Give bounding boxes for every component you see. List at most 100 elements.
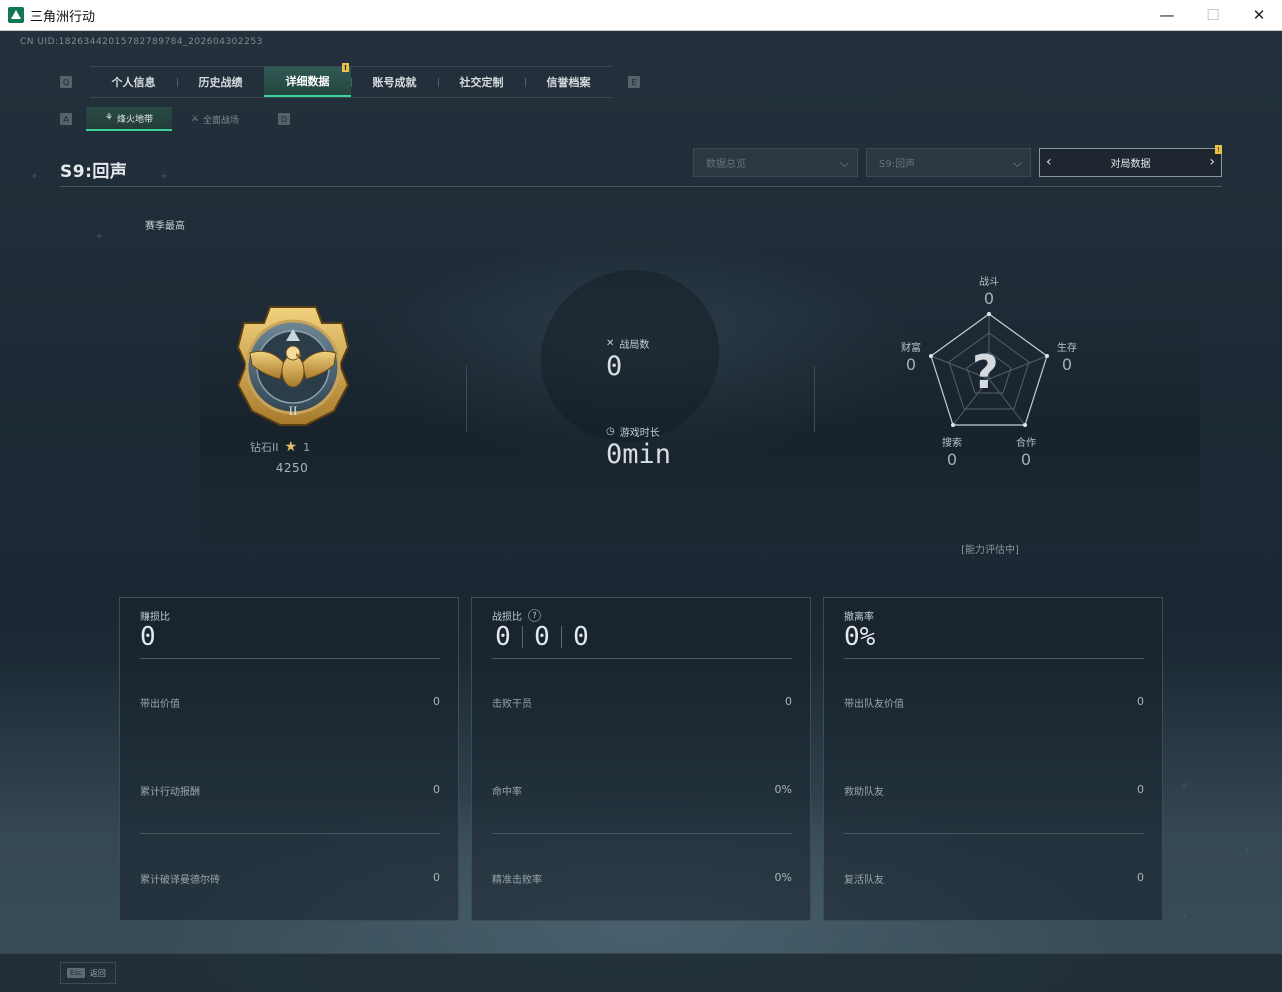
stat-label: 累计破译曼德尔砖 [140,875,220,886]
kd-separator [522,626,523,648]
tab-social-customize[interactable]: 社交定制 [438,67,525,97]
chevron-down-icon: ⌵ [839,156,849,170]
minimize-button[interactable]: — [1144,0,1190,30]
card-title: 撤离率 [844,612,874,623]
stat-value: 0 [785,695,792,708]
prev-tab-key-hint[interactable]: Q [60,76,72,88]
stat-value: 0 [1137,871,1144,884]
tab-warfare-mode[interactable]: ⚔ 全面战场 [172,107,258,131]
rank-score: 4250 [275,461,309,475]
rank-tier-numeral: II [289,403,298,418]
card-main-value: 0 [140,622,156,652]
tab-label: 详细数据 [285,75,330,88]
stat-row: 累计行动报酬 0 [140,783,440,798]
radar-coop-value: 0 [1020,450,1032,469]
matches-value: 0 [606,351,623,382]
crossed-swords-icon: ✕ [606,338,615,349]
window-title: 三角洲行动 [30,9,96,25]
radar-search-label: 搜索 [942,438,962,449]
operations-icon: ⚘ [104,113,114,123]
stat-label: 击败干员 [492,699,532,710]
stat-label: 带出队友价值 [844,699,904,710]
radar-survival-value: 0 [1061,355,1073,374]
esc-key-hint: Esc [67,968,85,978]
stat-row: 命中率 0% [492,783,792,798]
tab-label: 烽火地带 [117,114,154,125]
card-divider [844,658,1144,659]
app-logo-icon [8,7,24,23]
kd-separator [561,626,562,648]
stat-label: 命中率 [492,787,522,798]
radar-survival-label: 生存 [1057,343,1077,354]
back-button[interactable]: Esc 返回 [60,962,116,984]
next-mode-key-hint[interactable]: D [278,113,290,125]
tab-match-history[interactable]: 历史战绩 [177,67,264,97]
stat-row: 带出队友价值 0 [844,695,1144,710]
maximize-button[interactable]: ☐ [1190,0,1236,30]
stat-row: 救助队友 0 [844,783,1144,798]
stat-label: 复活队友 [844,875,884,886]
rank-name: 钻石II [250,441,279,454]
tab-operations-mode[interactable]: ⚘ 烽火地带 [86,107,172,131]
warfare-icon: ⚔ [190,114,200,124]
vertical-divider [814,366,815,432]
stat-label: 救助队友 [844,787,884,798]
playtime-label-text: 游戏时长 [619,428,660,439]
stat-value: 0 [433,783,440,796]
playtime-label: ◷ 游戏时长 [606,424,660,439]
stat-value: 0 [433,695,440,708]
tab-personal-info[interactable]: 个人信息 [90,67,177,97]
game-viewport: + + + + + + CN UID:18263442015782789784_… [0,31,1282,992]
dropdown-value: 数据总览 [706,159,746,170]
kd-value: 0 [534,622,550,652]
next-tab-key-hint[interactable]: E [628,76,640,88]
crosshair-decoration: + [1243,846,1252,857]
crosshair-decoration: + [160,171,169,182]
chevron-left-icon[interactable]: ‹ [1046,154,1052,170]
clock-icon: ◷ [606,426,615,437]
stat-label: 带出价值 [140,699,180,710]
main-tabbar: Q 个人信息 历史战绩 详细数据 ! 账号成就 社交定制 信誉档案 E [60,63,640,99]
season-best-label: 赛季最高 [145,221,185,232]
card-divider [844,833,1144,834]
rank-emblem-icon: II [236,306,350,426]
profit-stats-card: 赚损比 0 带出价值 0 累计行动报酬 0 累计破译曼德尔砖 0 [119,597,459,921]
card-divider [140,658,440,659]
matches-label: ✕ 战局数 [606,336,649,351]
main-tabs: 个人信息 历史战绩 详细数据 ! 账号成就 社交定制 信誉档案 [90,63,612,98]
kd-value: 0 [573,622,589,652]
data-type-stepper[interactable]: ‹ 对局数据 › ! [1039,145,1222,177]
radar-search-value: 0 [946,450,958,469]
stat-row: 复活队友 0 [844,871,1144,886]
crosshair-decoration: + [1180,911,1189,922]
prev-mode-key-hint[interactable]: A [60,113,72,125]
help-icon[interactable]: ? [528,609,541,622]
crosshair-decoration: + [95,231,104,242]
unknown-ability-icon: ? [972,345,999,399]
season-title: S9:回声 [60,162,128,182]
tab-detailed-data[interactable]: 详细数据 ! [264,63,351,97]
kd-value: 0 [495,622,511,652]
chevron-right-icon[interactable]: › [1209,154,1215,170]
stat-label: 累计行动报酬 [140,787,200,798]
tab-reputation[interactable]: 信誉档案 [525,67,612,97]
radar-wealth-value: 0 [905,355,917,374]
window-controls: — ☐ ✕ [1144,0,1282,30]
stepper-value: 对局数据 [1110,159,1151,170]
card-divider [492,658,792,659]
stat-value: 0% [774,783,792,796]
tab-achievements[interactable]: 账号成就 [351,67,438,97]
season-dropdown[interactable]: S9:回声 ⌵ [866,148,1031,177]
dropdown-value: S9:回声 [879,159,916,170]
extract-stats-card: 撤离率 0% 带出队友价值 0 救助队友 0 复活队友 0 [823,597,1163,921]
stat-label: 精准击败率 [492,875,542,886]
close-button[interactable]: ✕ [1236,0,1282,30]
notification-badge: ! [342,63,349,72]
data-mode-dropdown[interactable]: 数据总览 ⌵ [693,148,858,177]
card-main-value: 0% [844,622,876,652]
stat-row: 带出价值 0 [140,695,440,710]
matches-label-text: 战局数 [619,340,650,351]
kd-stats-card: 战损比 ? 0 0 0 击败干员 0 命中率 0% 精准击败率 0% [471,597,811,921]
radar-combat-value: 0 [983,289,995,308]
stat-row: 累计破译曼德尔砖 0 [140,871,440,886]
